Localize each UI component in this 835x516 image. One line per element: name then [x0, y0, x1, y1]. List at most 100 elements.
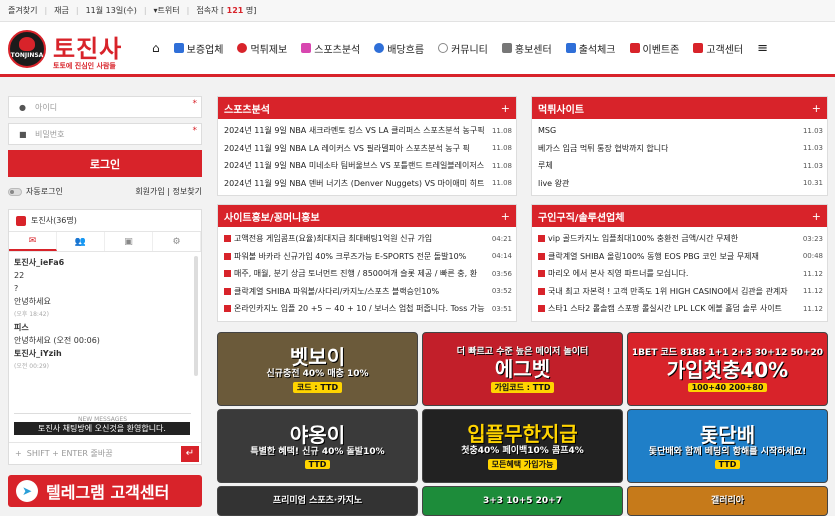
nav-item-5[interactable]: 홍보센터	[501, 41, 552, 56]
chat-message: 22	[14, 271, 25, 280]
list-item[interactable]: 매주, 매월, 분기 상금 토너먼트 진행 / 8500여개 슬롯 제공 / 빠…	[224, 265, 512, 283]
date-text: 11월 13일(수)	[85, 6, 137, 15]
list-item[interactable]: 베가스 입금 먹튀 통장 협박까지 합니다 11.03	[538, 140, 823, 158]
new-badge-icon	[224, 235, 231, 243]
home-icon[interactable]: ⌂	[152, 41, 160, 55]
bookmark-link[interactable]: 즐겨찾기	[8, 5, 37, 16]
more-icon[interactable]: +	[501, 210, 510, 223]
banner-yaongi[interactable]: 야옹이 특별한 혜택! 신규 40% 돌발10% TTD	[217, 409, 418, 483]
chat-icon	[438, 43, 449, 53]
more-icon[interactable]: +	[501, 102, 510, 115]
chat-user: 토진사_ieFa6	[14, 258, 65, 267]
chat-time: (오전 00:29)	[14, 363, 49, 370]
soccer-icon	[374, 43, 385, 53]
new-badge-icon	[538, 305, 545, 313]
chat-messages: 토진사_ieFa6 22 ? 안녕하세요 (오후 18:42) 피스 안녕하세요…	[9, 252, 201, 428]
top-bar: 즐겨찾기 | 재금 | 11월 13일(수) | ▾ 트위터 | 접속자 [ 121 명]	[0, 0, 835, 22]
auto-login-toggle[interactable]: 자동로그인	[8, 186, 63, 197]
hamburger-menu-icon[interactable]: ≡	[757, 41, 768, 56]
banner-pandora[interactable]: 입플무한지급 첫충40% 페이백10% 콤프4% 모든혜택 가입가능	[422, 409, 623, 483]
nav-item-4[interactable]: 커뮤니티	[438, 41, 488, 56]
banner-1bet[interactable]: 1BET 코드 8188 1+1 2+3 30+12 50+20 가입첫충40% 1…	[627, 332, 828, 406]
id-field[interactable]: ● 아이디 *	[8, 96, 202, 118]
chat-tab-settings[interactable]: ⚙	[153, 232, 201, 251]
nav-item-6[interactable]: 출석체크	[565, 41, 616, 56]
list-item[interactable]: 클락계열 SHIBA 파워볼/사다리/카지노/스포츠 블랙승인10% 03:52	[224, 283, 512, 301]
user-icon: ●	[19, 102, 26, 112]
list-item[interactable]: live 왕관 10.31	[538, 175, 823, 193]
list-item[interactable]: 2024년 11월 9일 NBA 덴버 너기츠 (Denver Nuggets)…	[224, 175, 512, 193]
banner-bottom-1[interactable]: 프리미엄 스포츠·카지노	[217, 486, 418, 516]
login-button[interactable]: 로그인	[8, 150, 202, 177]
new-badge-icon	[538, 270, 545, 278]
banner-betboy[interactable]: 벳보이 신규충전 40% 매충 10% 코드 : TTD	[217, 332, 418, 406]
chat-time: (오후 18:42)	[14, 311, 49, 318]
board-title[interactable]: 먹튀사이트	[538, 101, 584, 116]
chat-message: 안녕하세요	[14, 297, 51, 306]
ban-icon	[237, 43, 248, 53]
nav-item-3[interactable]: 배당흐름	[374, 41, 424, 56]
banner-bottom-2[interactable]: 3+3 10+5 20+7	[422, 486, 623, 516]
chat-tab-box[interactable]: ▣	[105, 232, 153, 251]
banner-dotdanbae[interactable]: 돛단배 돛단배와 함께 베팅의 항해를 시작하세요! TTD	[627, 409, 828, 483]
board-sports: 스포츠분석 + 2024년 11월 9일 NBA 새크라멘토 킹스 VS LA 클…	[217, 96, 517, 196]
join-link[interactable]: 회원가입	[135, 187, 164, 196]
banner-bottom-3[interactable]: 갤러리아	[627, 486, 828, 516]
check-icon	[173, 43, 184, 53]
telegram-banner[interactable]: ➤ 텔레그램 고객센터	[8, 475, 202, 507]
nav-item-0[interactable]: 보증업체	[173, 41, 223, 56]
new-badge-icon	[538, 287, 545, 295]
chat-scrollbar[interactable]	[194, 256, 198, 376]
logo-title: 토진사	[53, 35, 123, 63]
list-item[interactable]: 2024년 11월 9일 NBA 미네소타 팀버울브스 VS 포틀랜드 트레일블…	[224, 157, 512, 175]
board-title[interactable]: 스포츠분석	[224, 101, 270, 116]
left-sidebar: ● 아이디 * ■ 비밀번호 * 로그인 자동로그인 회원가입 | 정보찾기 토진사(3…	[8, 96, 202, 465]
send-icon[interactable]: ↵	[181, 446, 199, 462]
new-badge-icon	[538, 235, 545, 243]
nav-item-1[interactable]: 먹튀제보	[237, 41, 287, 56]
more-icon[interactable]: +	[812, 102, 821, 115]
list-item[interactable]: 마리오 에서 본사 직영 파트너를 모십니다. 11.12	[538, 265, 823, 283]
board-scam: 먹튀사이트 + MSG 11.03 베가스 입금 먹튀 통장 협박까지 합니다 11.…	[531, 96, 828, 196]
twitter-link[interactable]: 트위터	[158, 5, 180, 16]
chat-input[interactable]: + SHIFT + ENTER 줄바꿈 ↵	[9, 442, 201, 464]
chart-icon	[301, 43, 312, 53]
list-item[interactable]: 국내 최고 자본력 ! 고객 만족도 1위 HIGH CASINO에서 김관을 …	[538, 283, 823, 301]
list-item[interactable]: 고액전용 게임콤프(요율)최대지급 최대배팅1억원 신규 가입 04:21	[224, 230, 512, 248]
logo-emblem: TONJINSA	[8, 30, 46, 68]
chat-tab-messages[interactable]: ✉	[9, 232, 57, 251]
list-item[interactable]: 2024년 11월 9일 NBA LA 레이커스 VS 필라델피아 스포츠분석 …	[224, 140, 512, 158]
flag-icon	[693, 43, 704, 53]
board-title[interactable]: 사이트홍보/꽁머니홍보	[224, 209, 320, 224]
banner-eggbet[interactable]: 더 빠르고 수준 높은 메이저 놀이터 에그벳 가입코드 : TTD	[422, 332, 623, 406]
nav-item-7[interactable]: 이벤트존	[629, 41, 679, 56]
site-logo[interactable]: TONJINSA 토진사 토토에 진심인 사람들	[6, 28, 131, 72]
list-item[interactable]: 클락계열 SHIBA 올링100% 동행 EOS PBG 코인 보글 무제재 00…	[538, 248, 823, 266]
new-badge-icon	[224, 287, 231, 295]
password-field[interactable]: ■ 비밀번호 *	[8, 123, 202, 145]
find-info-link[interactable]: 정보찾기	[173, 187, 202, 196]
inquiry-link[interactable]: 재금	[54, 5, 69, 16]
chat-user: 토진사_iYzih	[14, 349, 62, 358]
chat-message: ?	[14, 284, 19, 293]
list-item[interactable]: 스타1 스타2 롤솔캠 스포짱 롤실시간 LPL LCK 에볼 홀덤 솔루 사이…	[538, 300, 823, 318]
board-title[interactable]: 구인구직/솔루션업체	[538, 209, 624, 224]
chat-message: 안녕하세요 (오전 00:06)	[14, 336, 100, 345]
nav-item-2[interactable]: 스포츠분석	[301, 41, 360, 56]
list-item[interactable]: 파워볼 바카라 신규가입 40% 크루즈가능 E-SPORTS 전문 돌발10%…	[224, 248, 512, 266]
list-item[interactable]: 온라인카지노 입플 20 +5 ~ 40 + 10 / 보너스 업첩 퍼줍니다.…	[224, 300, 512, 318]
header: TONJINSA 토진사 토토에 진심인 사람들 ⌂ 보증업체 먹튀제보 스포츠…	[0, 22, 835, 77]
list-item[interactable]: vip 골드카지노 입플최대100% 충환전 금액/시간 무제한 03:23	[538, 230, 823, 248]
logo-subtitle: 토토에 진심인 사람들	[53, 62, 116, 70]
chat-tab-users[interactable]: 👥	[57, 232, 105, 251]
list-item[interactable]: MSG 11.03	[538, 122, 823, 140]
list-item[interactable]: 루체 11.03	[538, 157, 823, 175]
list-item[interactable]: 2024년 11월 9일 NBA 새크라멘토 킹스 VS LA 클리퍼스 스포츠…	[224, 122, 512, 140]
chat-user: 피스	[14, 323, 29, 332]
visitors-count: 121	[226, 6, 244, 15]
nav-item-8[interactable]: 고객센터	[693, 41, 743, 56]
gift-icon	[629, 43, 640, 53]
chat-title: 토진사(36명)	[31, 216, 77, 225]
visitors-suffix: 명	[245, 6, 254, 15]
more-icon[interactable]: +	[812, 210, 821, 223]
